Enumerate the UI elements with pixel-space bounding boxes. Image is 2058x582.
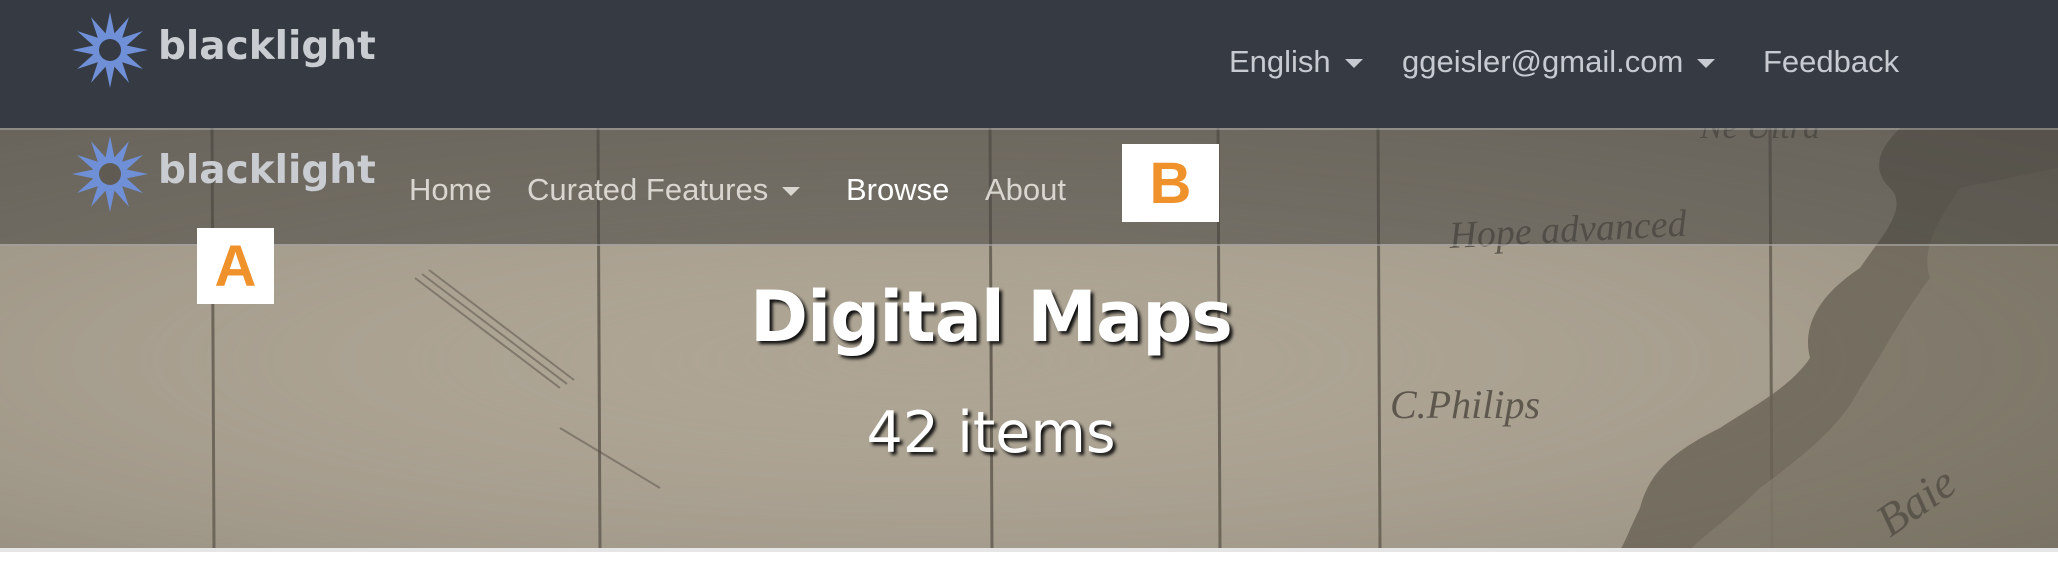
navbar-brand-logo-text: blacklight (158, 147, 376, 193)
hero-bottom-divider (0, 548, 2058, 552)
nav-about-label: About (985, 172, 1067, 207)
feedback-label: Feedback (1763, 44, 1900, 79)
marker-b-label: B (1149, 150, 1192, 216)
nav-browse[interactable]: Browse (846, 172, 949, 208)
user-account-dropdown[interactable]: ggeisler@gmail.com (1402, 44, 1716, 80)
brand-logo-text: blacklight (158, 23, 376, 69)
navbar-brand-logo[interactable]: blacklight (70, 134, 376, 214)
user-email-label: ggeisler@gmail.com (1402, 44, 1684, 79)
top-utility-bar: blacklight English ggeisler@gmail.com Fe… (0, 0, 2058, 128)
nav-browse-label: Browse (846, 172, 950, 207)
chevron-down-icon (1697, 58, 1716, 68)
language-dropdown[interactable]: English (1229, 44, 1363, 80)
page-title: Digital Maps (750, 276, 1233, 358)
marker-b: B (1122, 144, 1219, 222)
nav-curated-features-label: Curated Features (527, 172, 769, 207)
chevron-down-icon (1344, 58, 1363, 68)
brand-logo[interactable]: blacklight (70, 10, 376, 90)
item-count: 42 items (866, 400, 1116, 466)
feedback-link[interactable]: Feedback (1763, 44, 1899, 80)
hero-banner: Hope advanced C.Philips Ne Ultra Baie (0, 128, 2058, 550)
blacklight-sun-icon (72, 136, 148, 212)
nav-home-label: Home (409, 172, 492, 207)
nav-about[interactable]: About (985, 172, 1066, 208)
page-root: blacklight English ggeisler@gmail.com Fe… (0, 0, 2058, 582)
chevron-down-icon (782, 186, 801, 196)
nav-curated-features-dropdown[interactable]: Curated Features (527, 172, 801, 208)
nav-home[interactable]: Home (409, 172, 492, 208)
main-navbar: blacklight Home Curated Features Browse … (0, 128, 2058, 246)
language-label: English (1229, 44, 1331, 79)
blacklight-sun-icon (72, 12, 148, 88)
